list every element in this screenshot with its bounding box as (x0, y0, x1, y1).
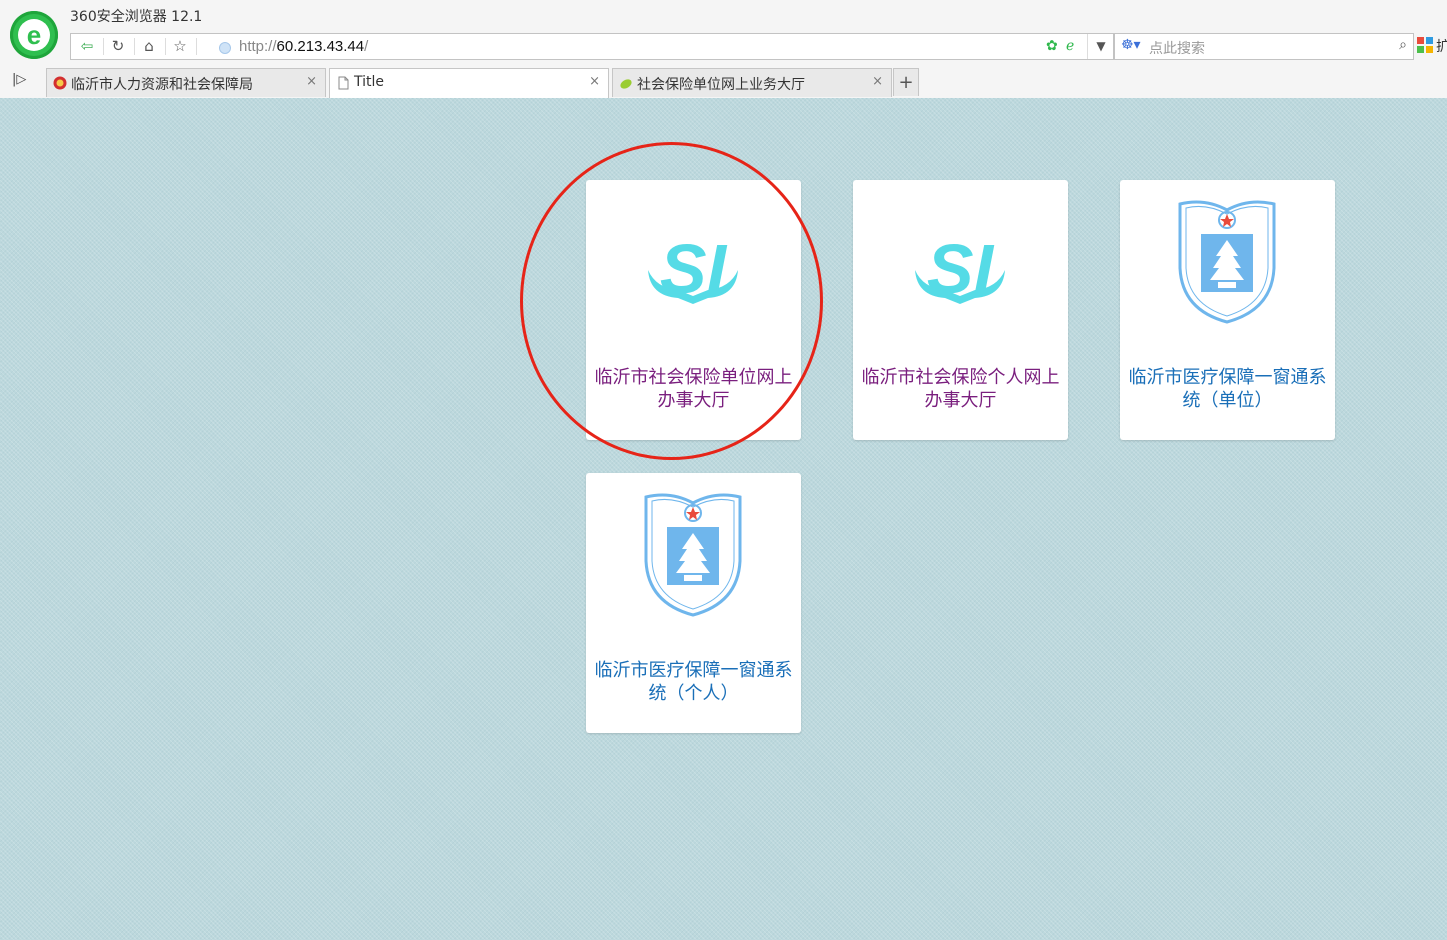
card-medical-personal[interactable]: 临沂市医疗保障一窗通系统（个人） (586, 473, 801, 733)
si-logo-icon: SI (648, 230, 738, 308)
search-icon[interactable]: ⌕ (1399, 37, 1407, 53)
url-text[interactable]: http://60.213.43.44/ (239, 38, 368, 55)
card-label[interactable]: 临沂市医疗保障一窗通系统（单位） (1126, 366, 1329, 412)
emblem-icon (53, 76, 67, 90)
app-title: 360安全浏览器 12.1 (70, 9, 203, 25)
sidebar-toggle-icon[interactable]: |▷ (12, 72, 26, 87)
search-input[interactable]: 点此搜索 (1149, 38, 1205, 58)
card-si-personal-hall[interactable]: SI 临沂市社会保险个人网上办事大厅 (853, 180, 1068, 440)
card-label[interactable]: 临沂市医疗保障一窗通系统（个人） (592, 659, 795, 705)
card-label[interactable]: 临沂市社会保险单位网上办事大厅 (592, 366, 795, 412)
address-bar[interactable]: ⇦ ↻ ⌂ ☆ http://60.213.43.44/ ✿ ℯ ▼ (70, 33, 1114, 60)
apps-grid-icon[interactable] (1417, 37, 1433, 53)
extension-label[interactable]: 扩 (1436, 36, 1447, 56)
page-content: SI 临沂市社会保险单位网上办事大厅 SI 临沂市社会保险个人网上办事大厅 临沂… (0, 98, 1447, 940)
si-logo-icon: SI (915, 230, 1005, 308)
tab-close-icon[interactable]: × (589, 74, 600, 89)
tab-label: 临沂市人力资源和社会保障局 (71, 77, 253, 93)
tab-strip: |▷ 临沂市人力资源和社会保障局 × Title × 社会保险单位网上业务大厅 … (0, 66, 1447, 98)
tab-title[interactable]: Title × (329, 68, 609, 98)
card-label[interactable]: 临沂市社会保险个人网上办事大厅 (859, 366, 1062, 412)
new-tab-button[interactable]: + (893, 68, 919, 96)
site-info-icon[interactable] (219, 42, 231, 54)
search-box[interactable]: ☸▾ 点此搜索 ⌕ (1114, 33, 1414, 60)
reload-icon[interactable]: ↻ (104, 34, 132, 59)
tab-label: Title (354, 74, 385, 90)
security-shield-icon[interactable]: ✿ (1046, 38, 1058, 54)
tab-hrss[interactable]: 临沂市人力资源和社会保障局 × (46, 68, 326, 97)
back-arrow-icon[interactable]: ⇦ (73, 34, 101, 59)
baidu-paw-icon[interactable]: ☸▾ (1121, 37, 1141, 53)
tab-close-icon[interactable]: × (306, 74, 317, 89)
linyi-healthcare-shield-icon (1178, 200, 1276, 324)
address-row: ⇦ ↻ ⌂ ☆ http://60.213.43.44/ ✿ ℯ ▼ ☸▾ 点此… (70, 33, 1414, 60)
tab-close-icon[interactable]: × (872, 74, 883, 89)
browser-chrome: e 360安全浏览器 12.1 ⇦ ↻ ⌂ ☆ http://60.213.43… (0, 0, 1447, 99)
tab-si-unit-hall[interactable]: 社会保险单位网上业务大厅 × (612, 68, 892, 97)
chevron-down-icon[interactable]: ▼ (1087, 34, 1114, 59)
blank-page-icon (338, 76, 349, 90)
card-medical-unit[interactable]: 临沂市医疗保障一窗通系统（单位） (1120, 180, 1335, 440)
browser-logo-icon: e (10, 11, 58, 59)
tab-label: 社会保险单位网上业务大厅 (637, 77, 805, 93)
card-si-unit-hall[interactable]: SI 临沂市社会保险单位网上办事大厅 (586, 180, 801, 440)
leaf-icon (620, 79, 632, 89)
home-icon[interactable]: ⌂ (135, 34, 163, 59)
bookmark-star-icon[interactable]: ☆ (166, 34, 194, 59)
linyi-healthcare-shield-icon (644, 493, 742, 617)
ie-compat-icon[interactable]: ℯ (1066, 38, 1074, 54)
